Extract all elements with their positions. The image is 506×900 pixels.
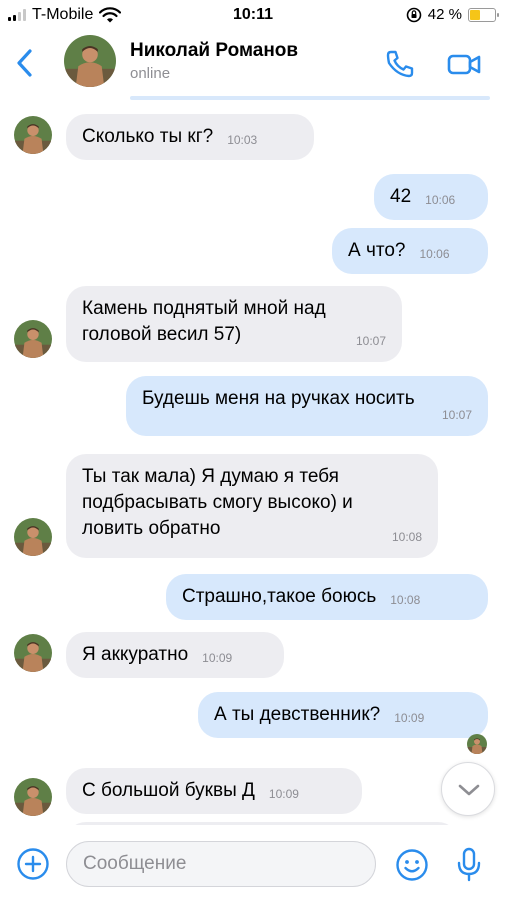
microphone-icon[interactable] <box>456 847 482 883</box>
message-text: 42 <box>390 186 412 207</box>
message-time: 10:09 <box>268 787 299 801</box>
smile-icon[interactable] <box>395 848 429 882</box>
message-time: 10:06 <box>425 193 456 207</box>
message-bubble-outgoing[interactable]: Будешь меня на ручках носить 10:07 <box>126 376 488 436</box>
message-time: 10:08 <box>391 530 422 544</box>
message-bubble-partial <box>66 822 458 825</box>
back-chevron-icon[interactable] <box>14 48 34 78</box>
orientation-lock-icon <box>406 7 422 22</box>
message-bubble-outgoing[interactable]: А ты девственник? 10:09 <box>198 692 488 738</box>
read-receipt-avatar <box>467 734 487 754</box>
message-text: Сколько ты кг? <box>82 126 214 147</box>
message-time: 10:03 <box>227 133 258 147</box>
message-text: Камень поднятый мной над головой весил 5… <box>82 298 326 345</box>
chevron-down-icon <box>458 784 480 796</box>
phone-icon[interactable] <box>384 48 416 80</box>
contact-status: online <box>130 65 171 82</box>
message-bubble-incoming[interactable]: С большой буквы Д 10:09 <box>66 768 362 814</box>
contact-name[interactable]: Николай Романов <box>130 40 298 62</box>
battery-percent: 42 % <box>427 6 462 23</box>
message-bubble-incoming[interactable]: Камень поднятый мной над головой весил 5… <box>66 286 402 362</box>
message-bubble-incoming[interactable]: Сколько ты кг? 10:03 <box>66 114 314 160</box>
message-field[interactable] <box>66 841 376 887</box>
plus-circle-icon[interactable] <box>16 847 50 881</box>
composer-bar <box>0 830 506 900</box>
contact-avatar[interactable] <box>64 35 116 87</box>
message-text: С большой буквы Д <box>82 780 255 801</box>
message-text: А что? <box>348 240 406 261</box>
message-bubble-outgoing[interactable]: А что? 10:06 <box>332 228 488 274</box>
sender-avatar[interactable] <box>14 320 52 358</box>
message-time: 10:08 <box>390 593 421 607</box>
message-time: 10:09 <box>202 651 233 665</box>
status-right: 42 % <box>406 6 499 23</box>
message-text: Будешь меня на ручках носить <box>142 388 415 409</box>
message-bubble-outgoing[interactable]: 42 10:06 <box>374 174 488 220</box>
scroll-to-bottom-button[interactable] <box>441 762 495 816</box>
message-bubble-outgoing[interactable]: Страшно,такое боюсь 10:08 <box>166 574 488 620</box>
message-time: 10:07 <box>355 334 386 348</box>
video-camera-icon[interactable] <box>446 48 482 80</box>
message-text: Я аккуратно <box>82 644 189 665</box>
message-input[interactable] <box>67 842 375 886</box>
battery-icon <box>468 7 499 22</box>
sender-avatar[interactable] <box>14 116 52 154</box>
sender-avatar[interactable] <box>14 634 52 672</box>
message-bubble-incoming[interactable]: Ты так мала) Я думаю я тебя подбрасывать… <box>66 454 438 558</box>
message-text: А ты девственник? <box>214 704 381 725</box>
sender-avatar[interactable] <box>14 518 52 556</box>
message-time: 10:07 <box>441 408 472 422</box>
sender-avatar[interactable] <box>14 778 52 816</box>
chat-header: Николай Романов online <box>0 30 506 100</box>
message-bubble-incoming[interactable]: Я аккуратно 10:09 <box>66 632 284 678</box>
message-text: Ты так мала) Я думаю я тебя подбрасывать… <box>82 466 353 539</box>
message-list[interactable]: Сколько ты кг? 10:03 42 10:06 А что? 10:06 … <box>0 100 506 825</box>
status-bar: T-Mobile 10:11 42 % <box>0 0 506 30</box>
message-text: Страшно,такое боюсь <box>182 586 377 607</box>
message-time: 10:09 <box>394 711 425 725</box>
message-time: 10:06 <box>419 247 450 261</box>
